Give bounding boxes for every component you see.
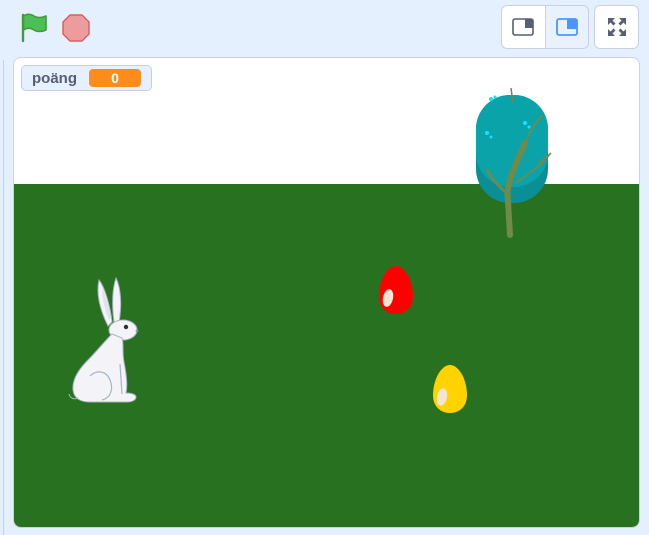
tree-sprite[interactable] [469,83,559,238]
stop-icon [62,14,90,42]
yellow-egg-icon [433,365,467,413]
rabbit-sprite[interactable] [66,276,146,406]
stage-canvas[interactable]: poäng 0 [13,57,640,528]
green-flag-button[interactable] [17,11,51,45]
monitor-value: 0 [89,69,141,87]
small-stage-button[interactable] [501,5,546,49]
small-stage-icon [512,18,535,36]
tree-icon [476,87,552,238]
red-egg-icon [379,266,413,314]
monitor-label: poäng [32,69,77,87]
yellow-egg-sprite[interactable] [432,364,468,414]
fullscreen-button[interactable] [594,5,639,49]
fullscreen-icon [607,18,626,36]
green-flag-icon [21,13,47,43]
rabbit-icon [68,276,139,403]
stage-size-toggle [501,5,589,49]
stop-button[interactable] [59,11,93,45]
normal-stage-icon [555,18,578,36]
stage-header [0,0,649,56]
editor-panel-edge [0,60,4,535]
normal-stage-button[interactable] [545,5,589,49]
red-egg-sprite[interactable] [378,265,414,315]
score-monitor[interactable]: poäng 0 [21,65,152,91]
